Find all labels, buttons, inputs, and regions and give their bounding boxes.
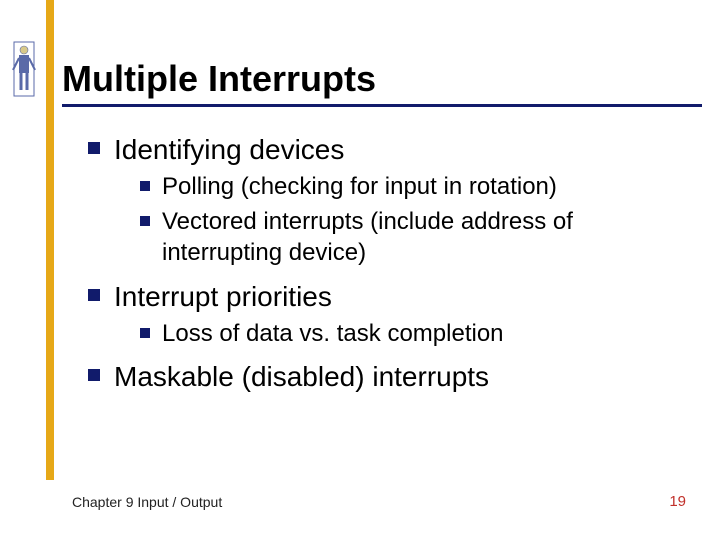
bullet-level2: Loss of data vs. task completion bbox=[140, 318, 702, 349]
square-bullet-icon bbox=[140, 216, 150, 226]
slide-content: Identifying devices Polling (checking fo… bbox=[62, 122, 702, 398]
footer-chapter: Chapter 9 Input / Output bbox=[72, 494, 222, 510]
title-underline bbox=[62, 104, 702, 107]
bullet-text: Vectored interrupts (include address of … bbox=[162, 206, 682, 268]
decorative-figure-icon bbox=[10, 40, 38, 98]
square-bullet-icon bbox=[140, 181, 150, 191]
bullet-text: Interrupt priorities bbox=[114, 279, 332, 314]
bullet-text: Loss of data vs. task completion bbox=[162, 318, 504, 349]
bullet-level2: Vectored interrupts (include address of … bbox=[140, 206, 702, 268]
bullet-level1: Interrupt priorities bbox=[88, 279, 702, 314]
square-bullet-icon bbox=[140, 328, 150, 338]
page-number: 19 bbox=[669, 493, 686, 510]
bullet-text: Identifying devices bbox=[114, 132, 344, 167]
bullet-level1: Identifying devices bbox=[88, 132, 702, 167]
bullet-level2: Polling (checking for input in rotation) bbox=[140, 171, 702, 202]
square-bullet-icon bbox=[88, 142, 100, 154]
square-bullet-icon bbox=[88, 289, 100, 301]
bullet-text: Maskable (disabled) interrupts bbox=[114, 359, 489, 394]
accent-vertical-bar bbox=[46, 0, 54, 480]
square-bullet-icon bbox=[88, 369, 100, 381]
bullet-level1: Maskable (disabled) interrupts bbox=[88, 359, 702, 394]
slide-title: Multiple Interrupts bbox=[62, 58, 376, 100]
bullet-text: Polling (checking for input in rotation) bbox=[162, 171, 557, 202]
slide: Multiple Interrupts Identifying devices … bbox=[0, 0, 720, 540]
